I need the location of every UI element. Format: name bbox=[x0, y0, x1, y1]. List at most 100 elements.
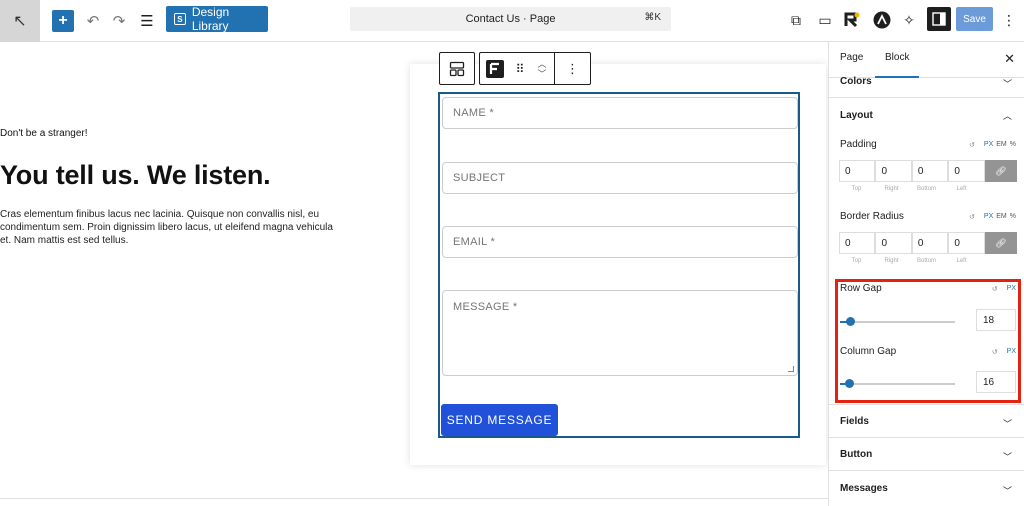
redo-icon[interactable]: ↷ bbox=[110, 9, 128, 33]
block-controls-group: ⠿ ︿ ﹀ ⋮ bbox=[479, 52, 591, 85]
settings-sidebar-toggle-icon[interactable] bbox=[927, 7, 951, 31]
side-label: Left bbox=[956, 186, 967, 192]
padding-inputs: 0 0 0 0 🔗︎ bbox=[839, 160, 1018, 182]
side-label: Right bbox=[884, 186, 899, 192]
list-view-icon[interactable]: ☰ bbox=[138, 9, 156, 33]
form-block-icon[interactable] bbox=[480, 53, 510, 84]
message-field[interactable]: MESSAGE * bbox=[442, 290, 798, 376]
plugin-a-icon[interactable] bbox=[872, 8, 892, 32]
design-library-button[interactable]: S Design Library bbox=[166, 5, 268, 33]
intro-heading: You tell us. We listen. bbox=[0, 160, 271, 190]
external-link-icon[interactable]: ⧉ bbox=[786, 8, 806, 32]
sidebar-panel-glyph bbox=[932, 12, 946, 26]
add-block-button[interactable]: + bbox=[52, 10, 74, 32]
button-panel-title[interactable]: Button bbox=[840, 449, 872, 460]
border-radius-label: Border Radius bbox=[840, 211, 904, 222]
block-options-icon[interactable]: ⋮ bbox=[554, 53, 590, 84]
chevron-down-icon[interactable]: ﹀ bbox=[1003, 417, 1012, 430]
border-radius-units: ↺ PX EM % bbox=[969, 213, 1016, 221]
active-tab-indicator bbox=[875, 76, 919, 78]
messages-panel-title[interactable]: Messages bbox=[840, 483, 888, 494]
divider bbox=[829, 97, 1024, 98]
save-button[interactable]: Save bbox=[956, 7, 993, 31]
unit-percent[interactable]: % bbox=[1010, 213, 1016, 221]
editor-top-bar: ↖ + ↶ ↷ ☰ S Design Library Contact Us · … bbox=[0, 0, 1024, 42]
unit-em[interactable]: EM bbox=[996, 141, 1007, 149]
unit-em[interactable]: EM bbox=[996, 213, 1007, 221]
move-up-down-icon[interactable]: ︿ ﹀ bbox=[530, 53, 554, 84]
unit-px[interactable]: PX bbox=[984, 141, 993, 149]
radius-top-input[interactable]: 0 bbox=[839, 232, 876, 254]
side-label: Bottom bbox=[916, 258, 936, 264]
padding-bottom-input[interactable]: 0 bbox=[911, 160, 949, 182]
reset-icon[interactable]: ↺ bbox=[969, 141, 975, 149]
message-placeholder: MESSAGE * bbox=[453, 301, 518, 313]
settings-sidebar: Page Block ✕ Colors ﹀ Layout ︿ Padding ↺… bbox=[828, 42, 1024, 506]
plugin-r-icon[interactable] bbox=[842, 8, 862, 32]
chevron-down-icon[interactable]: ﹀ bbox=[1003, 484, 1012, 497]
radius-left-input[interactable]: 0 bbox=[948, 232, 985, 254]
intro-kicker: Don't be a stranger! bbox=[0, 128, 88, 139]
side-label: Right bbox=[884, 258, 899, 264]
radius-bottom-input[interactable]: 0 bbox=[911, 232, 949, 254]
unit-percent[interactable]: % bbox=[1010, 141, 1016, 149]
side-label: Bottom bbox=[916, 186, 936, 192]
reset-icon[interactable]: ↺ bbox=[969, 213, 975, 221]
form-block-glyph bbox=[486, 59, 504, 78]
send-message-button[interactable]: SEND MESSAGE bbox=[441, 404, 558, 436]
close-icon[interactable]: ✕ bbox=[1004, 51, 1015, 67]
contact-form-block[interactable]: NAME * SUBJECT EMAIL * MESSAGE * SEND ME… bbox=[438, 92, 800, 438]
padding-right-input[interactable]: 0 bbox=[875, 160, 912, 182]
subject-field[interactable]: SUBJECT bbox=[442, 162, 798, 194]
padding-label: Padding bbox=[840, 139, 877, 150]
command-palette-button[interactable]: Contact Us · Page ⌘K bbox=[350, 7, 671, 31]
layout-panel-title[interactable]: Layout bbox=[840, 110, 873, 121]
border-radius-inputs: 0 0 0 0 🔗︎ bbox=[839, 232, 1018, 254]
more-options-icon[interactable]: ⋮ bbox=[1002, 8, 1016, 32]
design-library-icon: S bbox=[174, 13, 186, 25]
side-label: Left bbox=[956, 258, 967, 264]
tab-block[interactable]: Block bbox=[885, 52, 909, 63]
radius-side-labels: Top Right Bottom Left bbox=[839, 258, 979, 264]
padding-left-input[interactable]: 0 bbox=[948, 160, 985, 182]
padding-top-input[interactable]: 0 bbox=[839, 160, 876, 182]
back-arrow-icon[interactable]: ↖ bbox=[0, 0, 40, 42]
document-title: Contact Us · Page bbox=[465, 13, 556, 25]
plugin-a-glyph bbox=[873, 11, 891, 29]
side-label: Top bbox=[851, 258, 862, 264]
divider bbox=[829, 437, 1024, 438]
side-label: Top bbox=[851, 186, 862, 192]
radius-right-input[interactable]: 0 bbox=[875, 232, 912, 254]
design-library-label: Design Library bbox=[191, 5, 230, 33]
block-toolbar: ⠿ ︿ ﹀ ⋮ bbox=[439, 52, 591, 86]
divider bbox=[829, 470, 1024, 471]
highlight-box bbox=[835, 279, 1021, 403]
undo-icon[interactable]: ↶ bbox=[84, 9, 102, 33]
divider bbox=[829, 404, 1024, 405]
link-icon[interactable]: 🔗︎ bbox=[984, 232, 1018, 254]
breadcrumb-bar bbox=[0, 498, 828, 506]
sidebar-tabs: Page Block ✕ bbox=[829, 42, 1024, 78]
chevron-down-icon[interactable]: ﹀ bbox=[1003, 450, 1012, 463]
fields-panel-title[interactable]: Fields bbox=[840, 416, 869, 427]
layout-grid-icon bbox=[440, 53, 474, 84]
resize-handle-icon[interactable] bbox=[788, 366, 794, 372]
layout-grid-glyph bbox=[449, 61, 465, 76]
ai-sparkle-icon[interactable]: ✧ bbox=[899, 8, 919, 32]
unit-px[interactable]: PX bbox=[984, 213, 993, 221]
tab-page[interactable]: Page bbox=[840, 52, 863, 63]
name-field[interactable]: NAME * bbox=[442, 97, 798, 129]
drag-handle-icon[interactable]: ⠿ bbox=[510, 53, 530, 84]
parent-block-button[interactable] bbox=[439, 52, 475, 85]
chevron-down-icon[interactable]: ﹀ bbox=[1003, 77, 1012, 90]
plugin-r-glyph bbox=[844, 12, 860, 28]
shortcut-hint: ⌘K bbox=[644, 12, 661, 23]
email-field[interactable]: EMAIL * bbox=[442, 226, 798, 258]
chevron-up-icon[interactable]: ︿ bbox=[1003, 109, 1012, 122]
preview-device-icon[interactable]: ▭ bbox=[814, 8, 836, 32]
padding-side-labels: Top Right Bottom Left bbox=[839, 186, 979, 192]
colors-panel-title[interactable]: Colors bbox=[840, 76, 872, 87]
link-icon[interactable]: 🔗︎ bbox=[984, 160, 1018, 182]
padding-units: ↺ PX EM % bbox=[969, 141, 1016, 149]
intro-paragraph: Cras elementum finibus lacus nec lacinia… bbox=[0, 209, 333, 246]
